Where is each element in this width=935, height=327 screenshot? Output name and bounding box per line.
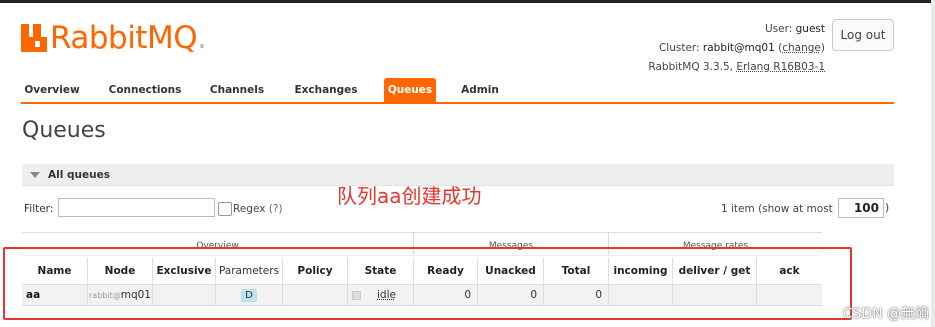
cell-state: idle — [348, 284, 414, 306]
logout-button[interactable]: Log out — [832, 19, 894, 51]
cell-parameters: D — [216, 284, 283, 306]
cell-node: rabbit@ mq01 — [88, 284, 153, 306]
close-paren: ) — [885, 201, 890, 214]
col-header-node[interactable]: Node — [88, 258, 153, 284]
col-header-name[interactable]: Name — [22, 258, 88, 284]
tab-overview[interactable]: Overview — [21, 78, 83, 102]
col-header-deliver-get[interactable]: deliver / get — [673, 258, 757, 284]
cell-name[interactable]: aa — [22, 284, 88, 306]
cell-total: 0 — [544, 284, 609, 306]
col-header-parameters[interactable]: Parameters — [216, 258, 283, 284]
regex-label: Regex — [233, 203, 266, 215]
section-title: All queues — [48, 168, 110, 181]
user-info: User: guest Cluster: rabbit@mq01 (change… — [648, 23, 825, 73]
main-nav: Overview Connections Channels Exchanges … — [21, 78, 894, 104]
cluster-name: rabbit@mq01 — [702, 42, 775, 54]
change-cluster-link[interactable]: change — [782, 42, 821, 54]
filter-input[interactable] — [58, 198, 215, 217]
cell-ack — [757, 284, 822, 306]
col-header-unacked[interactable]: Unacked — [478, 258, 544, 284]
version-text: RabbitMQ 3.3.5, — [648, 61, 733, 73]
cluster-label: Cluster: — [658, 42, 700, 54]
state-indicator-icon — [352, 290, 361, 300]
regex-label-wrap: Regex (?) — [233, 203, 283, 215]
col-header-ready[interactable]: Ready — [414, 258, 478, 284]
queue-name-link[interactable]: aa — [22, 289, 40, 301]
page-title: Queues — [22, 118, 106, 143]
logo-dot: . — [197, 20, 207, 56]
user-label: User: — [764, 23, 793, 35]
cell-policy — [283, 284, 348, 306]
items-count: 1 item (show at most — [721, 203, 833, 215]
annotation-text: 队列aa创建成功 — [337, 184, 482, 208]
right-edge — [931, 0, 935, 327]
group-header-messages: Messages — [414, 232, 609, 256]
durable-badge: D — [241, 288, 257, 302]
tab-queues[interactable]: Queues — [384, 78, 436, 102]
collapse-triangle-icon — [30, 171, 40, 178]
top-border — [0, 0, 935, 3]
cell-deliver-get — [673, 284, 757, 306]
col-header-exclusive[interactable]: Exclusive — [153, 258, 216, 284]
erlang-version: Erlang R16B03-1 — [736, 61, 825, 73]
group-header-overview: Overview — [22, 232, 414, 256]
state-value: idle — [377, 289, 396, 301]
col-header-total[interactable]: Total — [544, 258, 609, 284]
group-header-message-rates: Message rates — [609, 232, 822, 256]
col-header-policy[interactable]: Policy — [283, 258, 348, 284]
rabbitmq-logo[interactable]: RabbitMQ. — [21, 18, 207, 58]
cell-unacked: 0 — [478, 284, 544, 306]
node-host: rabbit@ — [89, 290, 121, 300]
col-header-incoming[interactable]: incoming — [609, 258, 673, 284]
cell-incoming — [609, 284, 673, 306]
tab-exchanges[interactable]: Exchanges — [291, 78, 361, 102]
rabbitmq-logo-icon — [21, 24, 47, 52]
tab-channels[interactable]: Channels — [207, 78, 267, 102]
col-header-state[interactable]: State — [348, 258, 414, 284]
col-header-ack[interactable]: ack — [757, 258, 822, 284]
filter-label: Filter: — [24, 203, 54, 215]
cell-ready: 0 — [414, 284, 478, 306]
tab-connections[interactable]: Connections — [105, 78, 185, 102]
node-short: mq01 — [120, 289, 151, 301]
regex-checkbox[interactable] — [218, 202, 232, 216]
user-name: guest — [795, 23, 825, 35]
tab-admin[interactable]: Admin — [458, 78, 502, 102]
page-size-input[interactable]: 100 — [838, 198, 884, 218]
logo-text: RabbitMQ — [50, 20, 198, 56]
watermark: CSDN @無熵 — [842, 306, 929, 322]
regex-help-link[interactable]: (?) — [269, 203, 283, 215]
cell-exclusive — [153, 284, 216, 306]
